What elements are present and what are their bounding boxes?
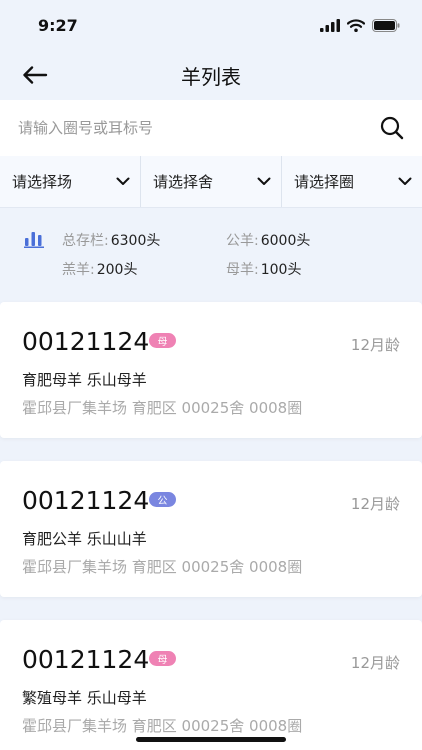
location-label: 霍邱县厂集羊场 育肥区 00025舍 0008圈 <box>22 399 303 417</box>
age-label: 12月龄 <box>350 654 400 672</box>
chevron-down-icon <box>398 177 412 185</box>
ear-tag-number: 00121124 <box>22 327 150 356</box>
back-arrow-icon <box>23 66 48 84</box>
battery-icon <box>372 18 400 32</box>
breed-label: 育肥公羊 乐山山羊 <box>22 530 147 548</box>
total-stock-value: 6300头 <box>110 233 161 249</box>
lamb-stock-label: 羔羊: <box>62 262 95 278</box>
sheep-card[interactable]: 00121124 母 12月龄 育肥母羊 乐山母羊 霍邱县厂集羊场 育肥区 00… <box>0 302 422 438</box>
gender-badge: 母 <box>149 333 176 348</box>
lamb-stock: 羔羊: 200头 <box>62 259 137 279</box>
status-time: 9:27 <box>38 15 78 35</box>
location-label: 霍邱县厂集羊场 育肥区 00025舍 0008圈 <box>22 558 303 576</box>
pen-filter-dropdown[interactable]: 请选择圈 <box>282 156 422 207</box>
nav-bar: 羊列表 <box>0 50 422 100</box>
female-stock: 母羊: 100头 <box>226 259 301 279</box>
page-title: 羊列表 <box>181 64 241 89</box>
ear-tag-number: 00121124 <box>22 486 150 515</box>
farm-filter-label: 请选择场 <box>12 173 73 191</box>
back-button[interactable] <box>22 62 50 88</box>
pen-filter-label: 请选择圈 <box>294 173 355 191</box>
search-input[interactable] <box>18 119 380 137</box>
stock-summary: 总存栏: 6300头 公羊: 6000头 羔羊: 200头 母羊: 100头 <box>0 208 422 300</box>
total-stock-label: 总存栏: <box>62 233 109 249</box>
male-stock-label: 公羊: <box>226 233 259 249</box>
age-label: 12月龄 <box>350 336 400 354</box>
house-filter-dropdown[interactable]: 请选择舍 <box>141 156 282 207</box>
lamb-stock-value: 200头 <box>96 262 138 278</box>
home-indicator <box>136 737 286 742</box>
male-stock: 公羊: 6000头 <box>226 230 310 250</box>
location-label: 霍邱县厂集羊场 育肥区 00025舍 0008圈 <box>22 717 303 735</box>
breed-label: 育肥母羊 乐山母羊 <box>22 371 147 389</box>
search-icon[interactable] <box>380 116 404 140</box>
status-icons <box>320 18 400 32</box>
chevron-down-icon <box>257 177 271 185</box>
status-bar: 9:27 <box>0 0 422 50</box>
signal-icon <box>320 18 340 32</box>
total-stock: 总存栏: 6300头 <box>62 230 160 250</box>
ear-tag-number: 00121124 <box>22 645 150 674</box>
search-bar <box>0 100 422 156</box>
female-stock-label: 母羊: <box>226 262 259 278</box>
breed-label: 繁殖母羊 乐山母羊 <box>22 689 147 707</box>
bar-chart-icon <box>24 232 44 248</box>
sheep-card[interactable]: 00121124 公 12月龄 育肥公羊 乐山山羊 霍邱县厂集羊场 育肥区 00… <box>0 461 422 597</box>
female-stock-value: 100头 <box>260 262 302 278</box>
male-stock-value: 6000头 <box>260 233 311 249</box>
filter-row: 请选择场 请选择舍 请选择圈 <box>0 156 422 208</box>
gender-badge: 公 <box>149 492 176 507</box>
gender-badge: 母 <box>149 651 176 666</box>
house-filter-label: 请选择舍 <box>153 173 214 191</box>
age-label: 12月龄 <box>350 495 400 513</box>
sheep-card[interactable]: 00121124 母 12月龄 繁殖母羊 乐山母羊 霍邱县厂集羊场 育肥区 00… <box>0 620 422 750</box>
wifi-icon <box>347 18 365 32</box>
chevron-down-icon <box>116 177 130 185</box>
farm-filter-dropdown[interactable]: 请选择场 <box>0 156 141 207</box>
